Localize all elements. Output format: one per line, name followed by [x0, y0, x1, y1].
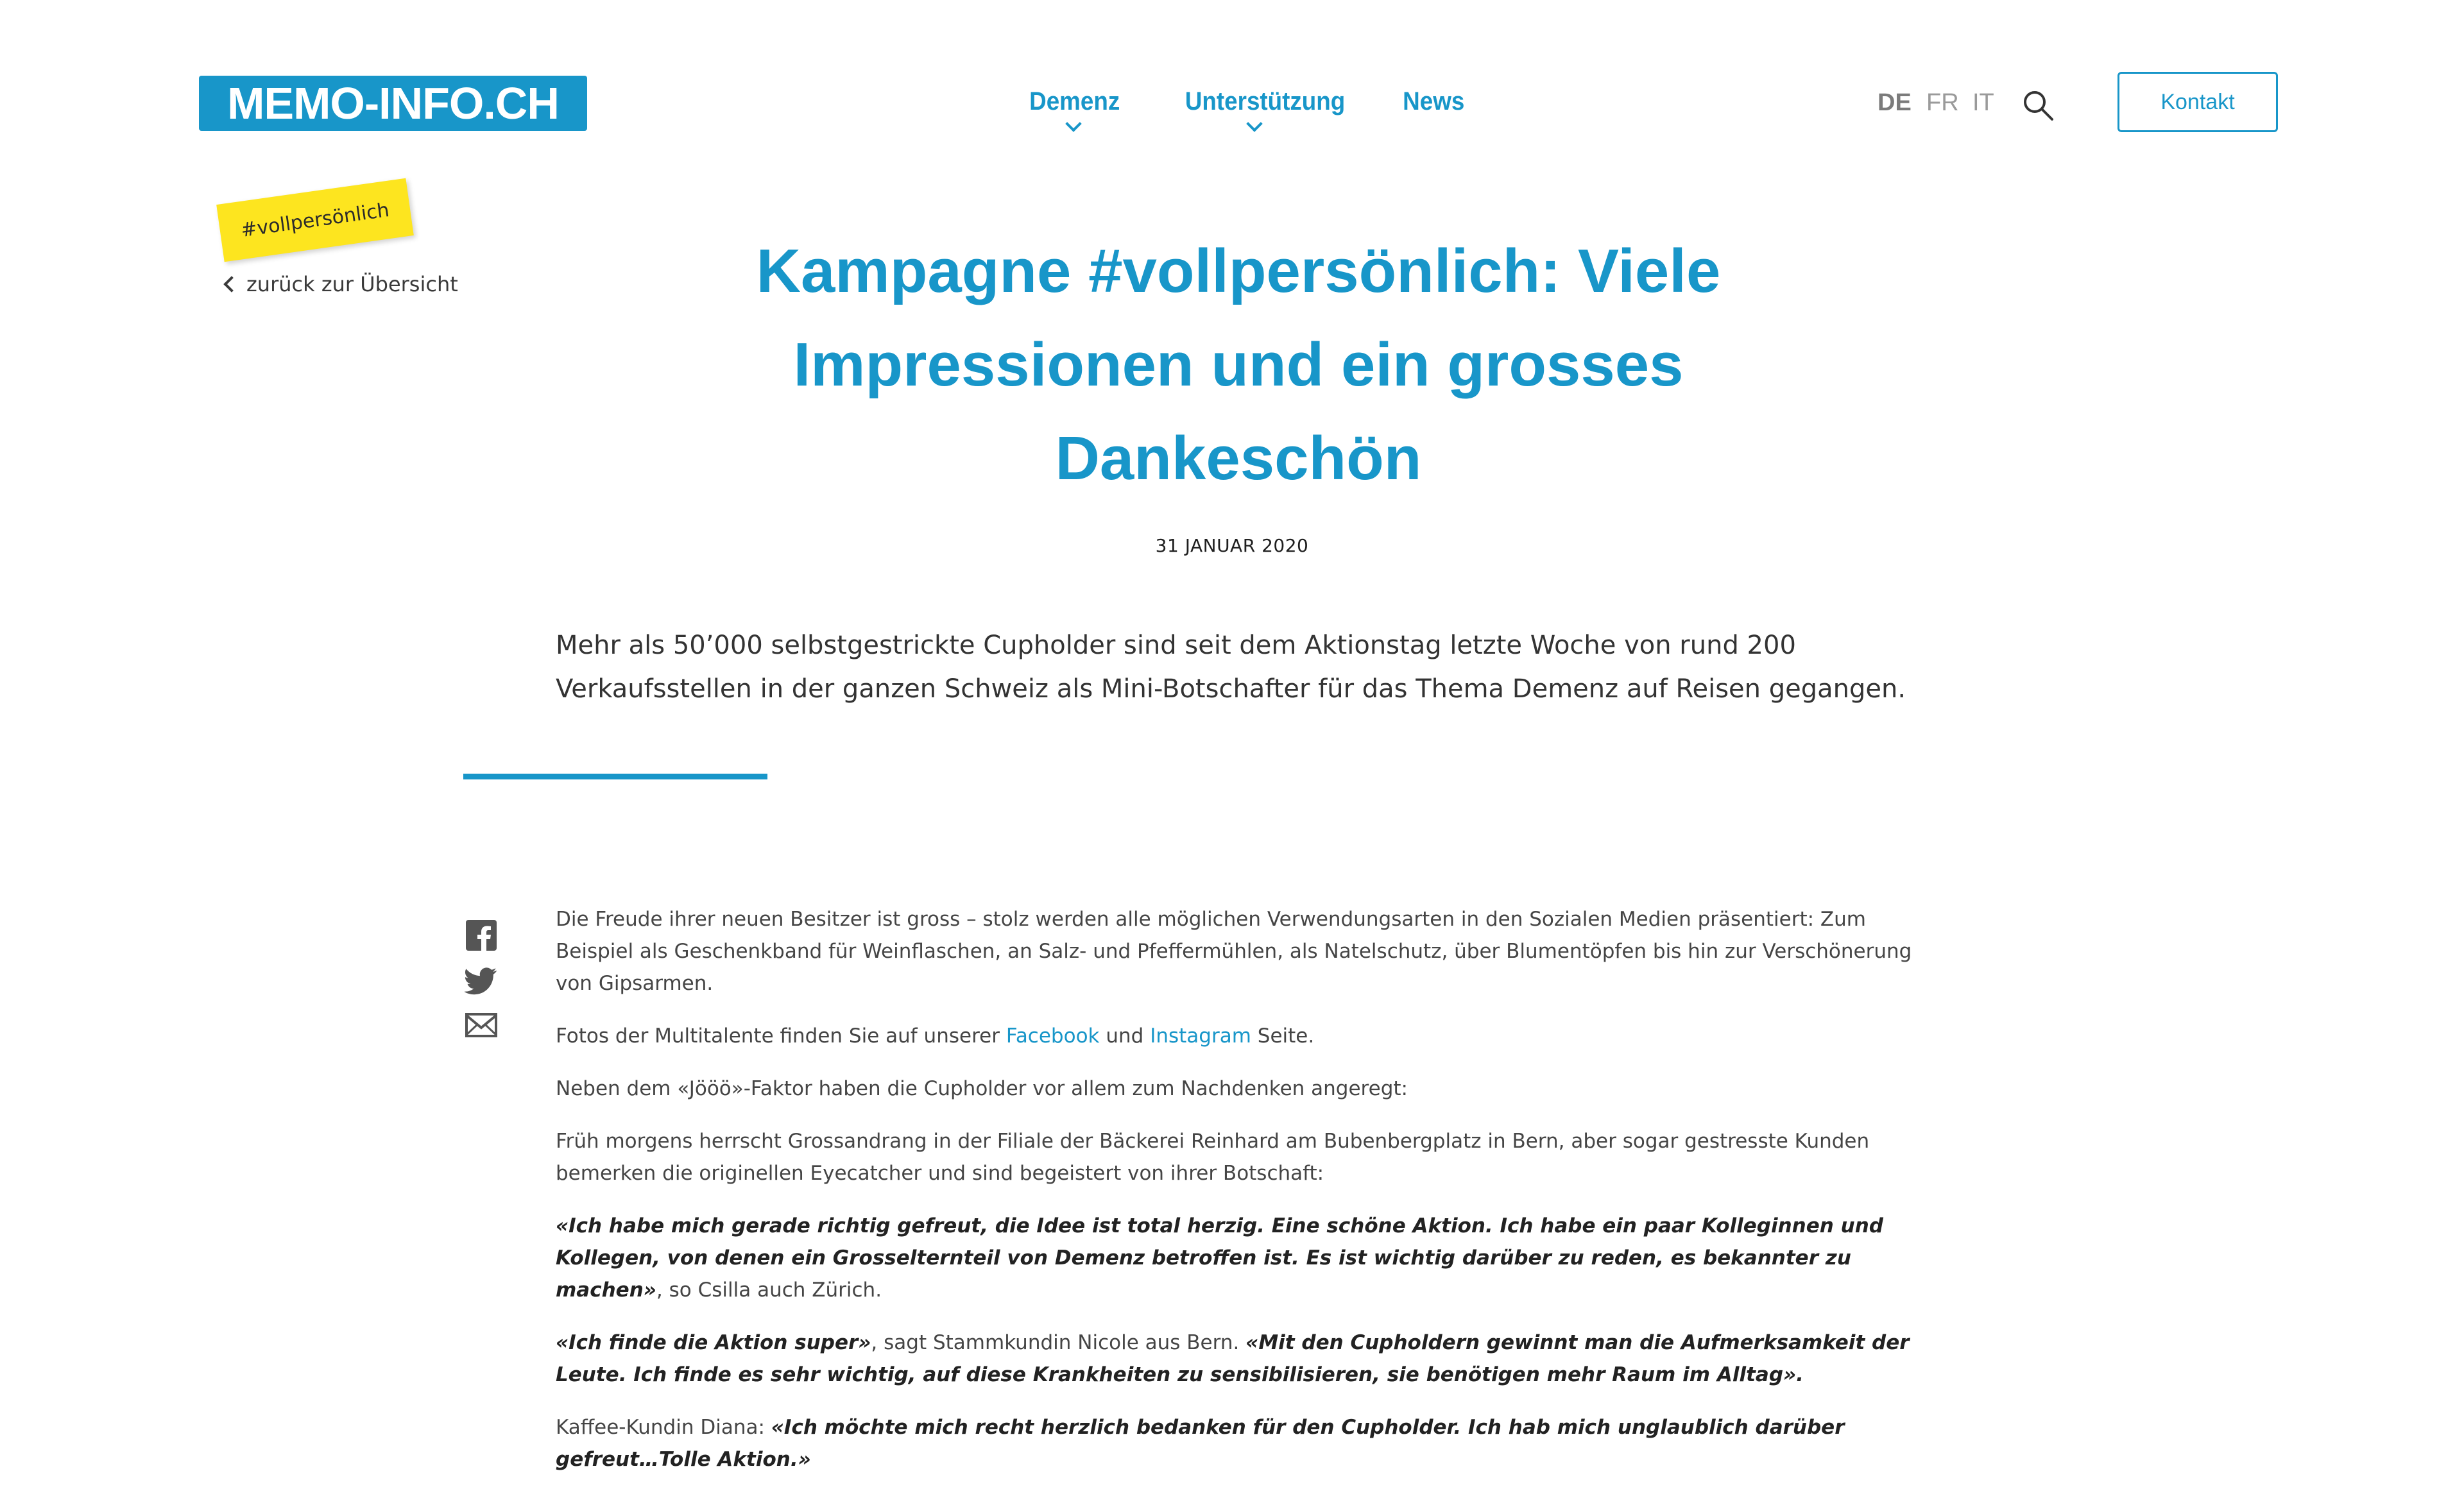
contact-button[interactable]: Kontakt	[2118, 72, 2278, 132]
lang-it[interactable]: IT	[1972, 83, 1994, 122]
article-date: 31 JANUAR 2020	[1155, 535, 1309, 556]
back-to-overview-link[interactable]: zurück zur Übersicht	[222, 268, 458, 300]
back-link-label: zurück zur Übersicht	[246, 272, 458, 296]
article-title-line: Impressionen und ein grosses	[793, 330, 1684, 399]
site-logo[interactable]: MEMO-INFO.CH	[199, 76, 587, 131]
nav-demenz[interactable]: Demenz	[1029, 82, 1120, 121]
paragraph: «Ich habe mich gerade richtig gefreut, d…	[556, 1210, 1935, 1306]
chevron-left-icon	[223, 276, 240, 293]
campaign-tag: #vollpersönlich	[216, 178, 414, 262]
paragraph: Früh morgens herrscht Grossandrang in de…	[556, 1130, 1870, 1185]
article-body: Die Freude ihrer neuen Besitzer ist gros…	[556, 903, 1935, 1496]
paragraph: Fotos der Multitalente finden Sie auf un…	[556, 1020, 1935, 1052]
paragraph: Kaffee-Kundin Diana: «Ich möchte mich re…	[556, 1411, 1935, 1475]
article-lead: Mehr als 50’000 selbstgestrickte Cuphold…	[556, 631, 1906, 704]
lang-de[interactable]: DE	[1878, 83, 1912, 122]
email-icon[interactable]	[465, 1008, 498, 1042]
facebook-link[interactable]: Facebook	[1006, 1024, 1100, 1048]
instagram-link[interactable]: Instagram	[1150, 1024, 1251, 1048]
article-title: Kampagne #vollpersönlich: Viele Impressi…	[738, 225, 1739, 506]
paragraph: «Ich finde die Aktion super», sagt Stamm…	[556, 1327, 1935, 1391]
paragraph: Die Freude ihrer neuen Besitzer ist gros…	[556, 908, 1912, 995]
nav-unterstuetzung[interactable]: Unterstützung	[1185, 82, 1345, 121]
text: Fotos der Multitalente finden Sie auf un…	[556, 1024, 1006, 1048]
text: , so Csilla auch Zürich.	[656, 1279, 882, 1302]
quote: «Ich finde die Aktion super»	[556, 1331, 871, 1354]
text: Seite.	[1251, 1024, 1315, 1048]
text: Kaffee-Kundin Diana:	[556, 1416, 771, 1439]
section-divider	[463, 774, 767, 779]
text: und	[1099, 1024, 1151, 1048]
nav-news[interactable]: News	[1403, 82, 1464, 121]
facebook-icon[interactable]	[465, 919, 498, 952]
twitter-icon[interactable]	[463, 964, 498, 997]
article-title-line: Kampagne #vollpersönlich: Viele	[756, 237, 1721, 305]
article-title-line: Dankeschön	[1055, 424, 1422, 493]
search-icon[interactable]	[2021, 89, 2055, 122]
text: , sagt Stammkundin Nicole aus Bern.	[871, 1331, 1246, 1354]
lang-fr[interactable]: FR	[1926, 83, 1959, 122]
paragraph: Neben dem «Jööö»-Faktor haben die Cuphol…	[556, 1077, 1408, 1100]
